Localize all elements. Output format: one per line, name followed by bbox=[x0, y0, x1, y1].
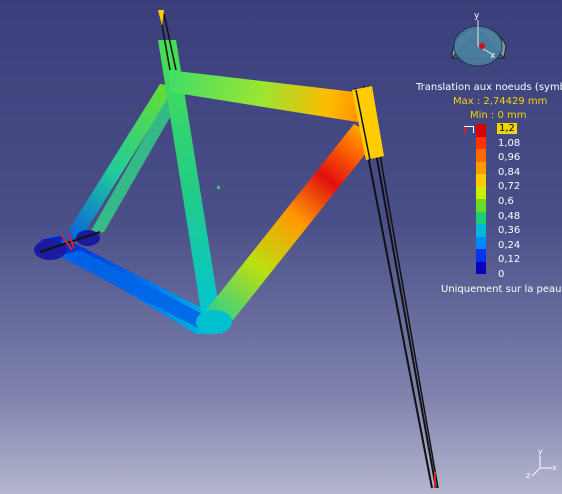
triad-z-label: z bbox=[526, 471, 530, 480]
compass-widget[interactable]: y x bbox=[450, 11, 507, 67]
color-scale-tick: 0,84 bbox=[498, 166, 521, 178]
color-scale-tick: 0 bbox=[498, 269, 505, 280]
color-scale-tick: 0,24 bbox=[498, 239, 521, 251]
color-scale-tick: 0,48 bbox=[498, 210, 521, 222]
color-scale-bar[interactable] bbox=[476, 124, 486, 274]
color-scale-segment bbox=[476, 261, 486, 274]
color-scale-tick: 0,12 bbox=[498, 254, 521, 266]
color-scale-segment bbox=[476, 136, 486, 149]
color-scale-segment bbox=[476, 186, 486, 199]
axis-triad: y x z bbox=[526, 447, 557, 480]
color-scale-max-tick[interactable]: 1,2 bbox=[497, 123, 517, 134]
color-scale-segment bbox=[476, 236, 486, 249]
color-scale-segment bbox=[476, 199, 486, 212]
color-scale-segment bbox=[476, 124, 486, 137]
top-tube bbox=[168, 70, 372, 124]
color-scale-segment bbox=[476, 249, 486, 262]
color-scale-tick: 0,36 bbox=[498, 225, 521, 237]
color-scale-segment bbox=[476, 211, 486, 224]
color-scale-tick: 0,96 bbox=[498, 152, 521, 164]
color-scale-segment bbox=[476, 174, 486, 187]
color-scale-tick: 0,6 bbox=[498, 196, 514, 207]
bottom-bracket bbox=[196, 310, 232, 334]
legend-max: Max : 2,74429 mm bbox=[453, 96, 548, 107]
legend-note: Uniquement sur la peau bbox=[441, 284, 562, 295]
legend-pin-icon[interactable] bbox=[464, 126, 474, 133]
compass-y-label: y bbox=[474, 11, 480, 21]
legend-min: Min : 0 mm bbox=[470, 110, 527, 121]
triad-x-label: x bbox=[552, 463, 557, 472]
color-scale-tick: 0,72 bbox=[498, 181, 521, 193]
color-scale-tick: 1,08 bbox=[498, 137, 521, 149]
seat-stays bbox=[60, 84, 180, 244]
legend-title: Translation aux noeuds (symbo bbox=[416, 82, 562, 93]
down-tube bbox=[200, 124, 378, 334]
triad-y-label: y bbox=[538, 447, 543, 456]
chain-stays bbox=[40, 236, 214, 334]
color-scale-segment bbox=[476, 149, 486, 162]
compass-x-label: x bbox=[490, 51, 496, 61]
color-scale-segment bbox=[476, 224, 486, 237]
3d-viewport[interactable]: y x y x z Translation aux noeuds (symbo … bbox=[0, 0, 562, 494]
color-scale-segment bbox=[476, 161, 486, 174]
